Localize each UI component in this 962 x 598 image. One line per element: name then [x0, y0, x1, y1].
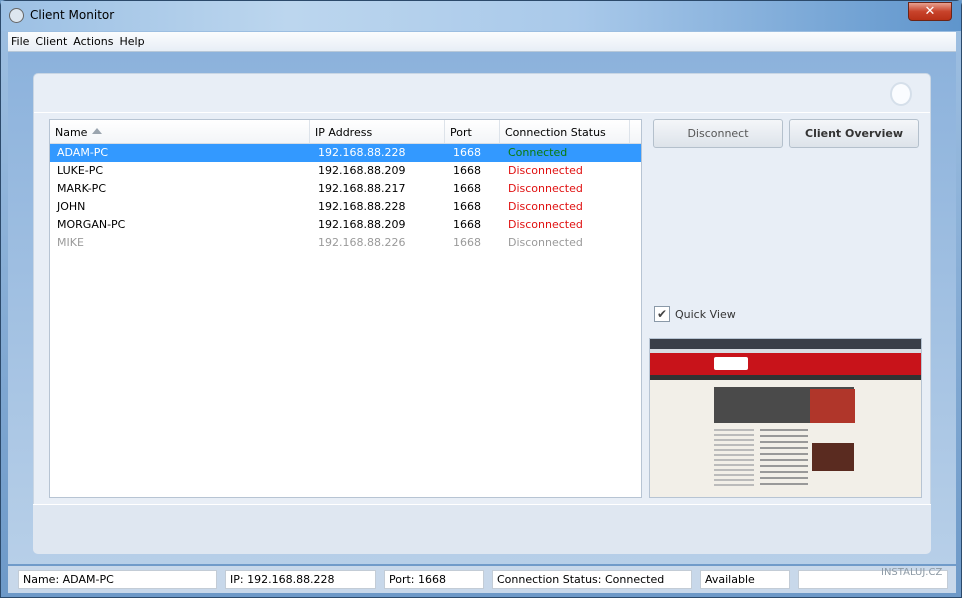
cell-port: 1668 [453, 182, 481, 195]
cell-ip: 192.168.88.209 [318, 218, 406, 231]
disconnect-button[interactable]: Disconnect [653, 119, 783, 148]
window-title: Client Monitor [30, 8, 115, 22]
title-bar: Client Monitor ✕ [1, 1, 961, 31]
preview-site-header [650, 353, 921, 375]
cell-status: Disconnected [508, 218, 583, 231]
checkmark-icon: ✔ [656, 307, 668, 321]
status-connection: Connection Status: Connected [492, 570, 692, 589]
cell-port: 1668 [453, 164, 481, 177]
table-header: Name IP Address Port Connection Status [50, 120, 641, 144]
panel-footer [33, 504, 931, 554]
status-ip: IP: 192.168.88.228 [225, 570, 376, 589]
menu-client[interactable]: Client [32, 32, 70, 48]
cell-ip: 192.168.88.226 [318, 236, 406, 249]
quick-view-label: Quick View [675, 307, 736, 321]
column-header-name[interactable]: Name [50, 120, 310, 143]
table-row[interactable]: MIKE 192.168.88.226 1668 Disconnected [50, 234, 641, 252]
cell-status: Disconnected [508, 236, 583, 249]
menu-file[interactable]: File [8, 32, 32, 48]
table-row[interactable]: MARK-PC 192.168.88.217 1668 Disconnected [50, 180, 641, 198]
quick-view-toggle[interactable]: ✔ Quick View [654, 306, 736, 322]
client-table: Name IP Address Port Connection Status A… [49, 119, 642, 498]
status-port: Port: 1668 [384, 570, 484, 589]
status-availability: Available [700, 570, 790, 589]
table-row[interactable]: JOHN 192.168.88.228 1668 Disconnected [50, 198, 641, 216]
status-bar: Name: ADAM-PC IP: 192.168.88.228 Port: 1… [8, 566, 956, 593]
menu-bar: File Client Actions Help [8, 32, 956, 52]
client-overview-button[interactable]: Client Overview [789, 119, 919, 148]
cell-name: MORGAN-PC [57, 218, 126, 231]
panel-header [34, 74, 930, 113]
column-header-ip[interactable]: IP Address [310, 120, 445, 143]
watermark: INSTALUJ.CZ [881, 567, 943, 578]
cell-ip: 192.168.88.217 [318, 182, 406, 195]
cell-port: 1668 [453, 200, 481, 213]
table-row[interactable]: LUKE-PC 192.168.88.209 1668 Disconnected [50, 162, 641, 180]
user-icon [890, 82, 912, 106]
sort-ascending-icon [92, 128, 102, 134]
cell-ip: 192.168.88.228 [318, 146, 406, 159]
cell-status: Disconnected [508, 200, 583, 213]
cell-port: 1668 [453, 146, 481, 159]
column-label: Name [55, 126, 88, 139]
cell-name: MIKE [57, 236, 84, 249]
table-body: ADAM-PC 192.168.88.228 1668 Connected LUKE-P… [50, 144, 641, 252]
menu-actions[interactable]: Actions [70, 32, 116, 48]
close-button[interactable]: ✕ [908, 2, 952, 21]
cell-name: ADAM-PC [57, 146, 109, 159]
quick-view-checkbox[interactable]: ✔ [654, 306, 670, 322]
cell-status: Disconnected [508, 164, 583, 177]
table-row[interactable]: ADAM-PC 192.168.88.228 1668 Connected [50, 144, 641, 162]
cell-name: LUKE-PC [57, 164, 104, 177]
column-header-status[interactable]: Connection Status [500, 120, 630, 143]
preview-browser-bar [650, 339, 921, 349]
menu-help[interactable]: Help [116, 32, 147, 48]
cell-port: 1668 [453, 218, 481, 231]
cell-name: JOHN [57, 200, 86, 213]
cell-port: 1668 [453, 236, 481, 249]
cell-status: Connected [508, 146, 568, 159]
cell-status: Disconnected [508, 182, 583, 195]
cell-ip: 192.168.88.209 [318, 164, 406, 177]
screen-preview [649, 338, 922, 498]
cell-ip: 192.168.88.228 [318, 200, 406, 213]
app-window: Client Monitor ✕ File Client Actions Help N… [0, 0, 962, 598]
cell-name: MARK-PC [57, 182, 107, 195]
status-name: Name: ADAM-PC [18, 570, 217, 589]
app-icon [9, 8, 24, 23]
table-row[interactable]: MORGAN-PC 192.168.88.209 1668 Disconnected [50, 216, 641, 234]
column-header-port[interactable]: Port [445, 120, 500, 143]
